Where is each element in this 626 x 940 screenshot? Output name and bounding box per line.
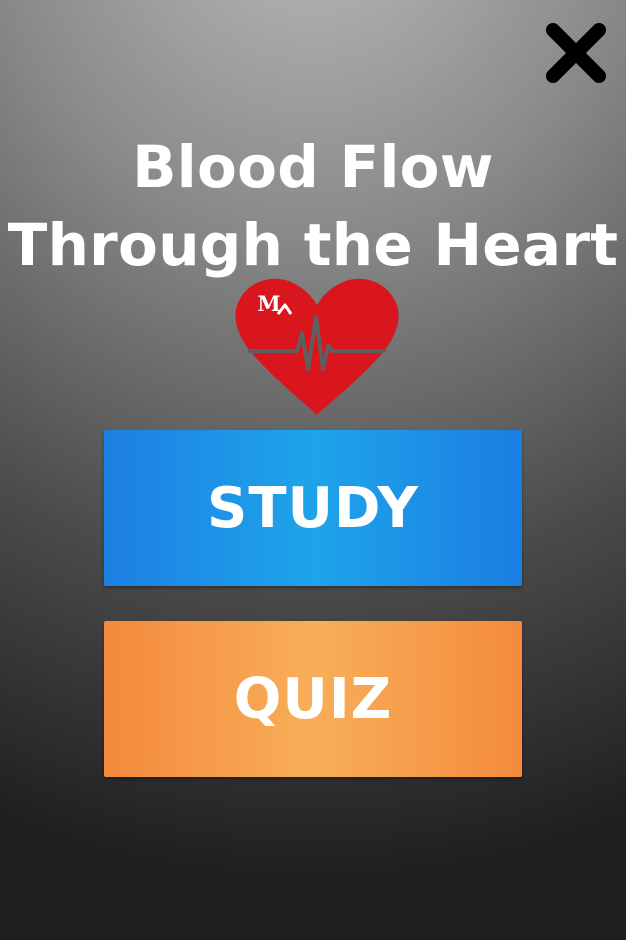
quiz-button-label: QUIZ — [233, 666, 393, 732]
page-title: Blood Flow Through the Heart — [0, 128, 626, 284]
logo-text: M — [257, 291, 280, 316]
study-button-label: STUDY — [207, 475, 419, 541]
title-line-1: Blood Flow — [132, 133, 494, 201]
heart-heartbeat-logo-icon: M — [235, 278, 399, 415]
title-line-2: Through the Heart — [7, 211, 619, 279]
close-icon — [546, 23, 606, 83]
heart-logo: M — [232, 275, 402, 420]
study-button[interactable]: STUDY — [104, 430, 522, 586]
close-button[interactable] — [543, 20, 609, 86]
quiz-button[interactable]: QUIZ — [104, 621, 522, 777]
